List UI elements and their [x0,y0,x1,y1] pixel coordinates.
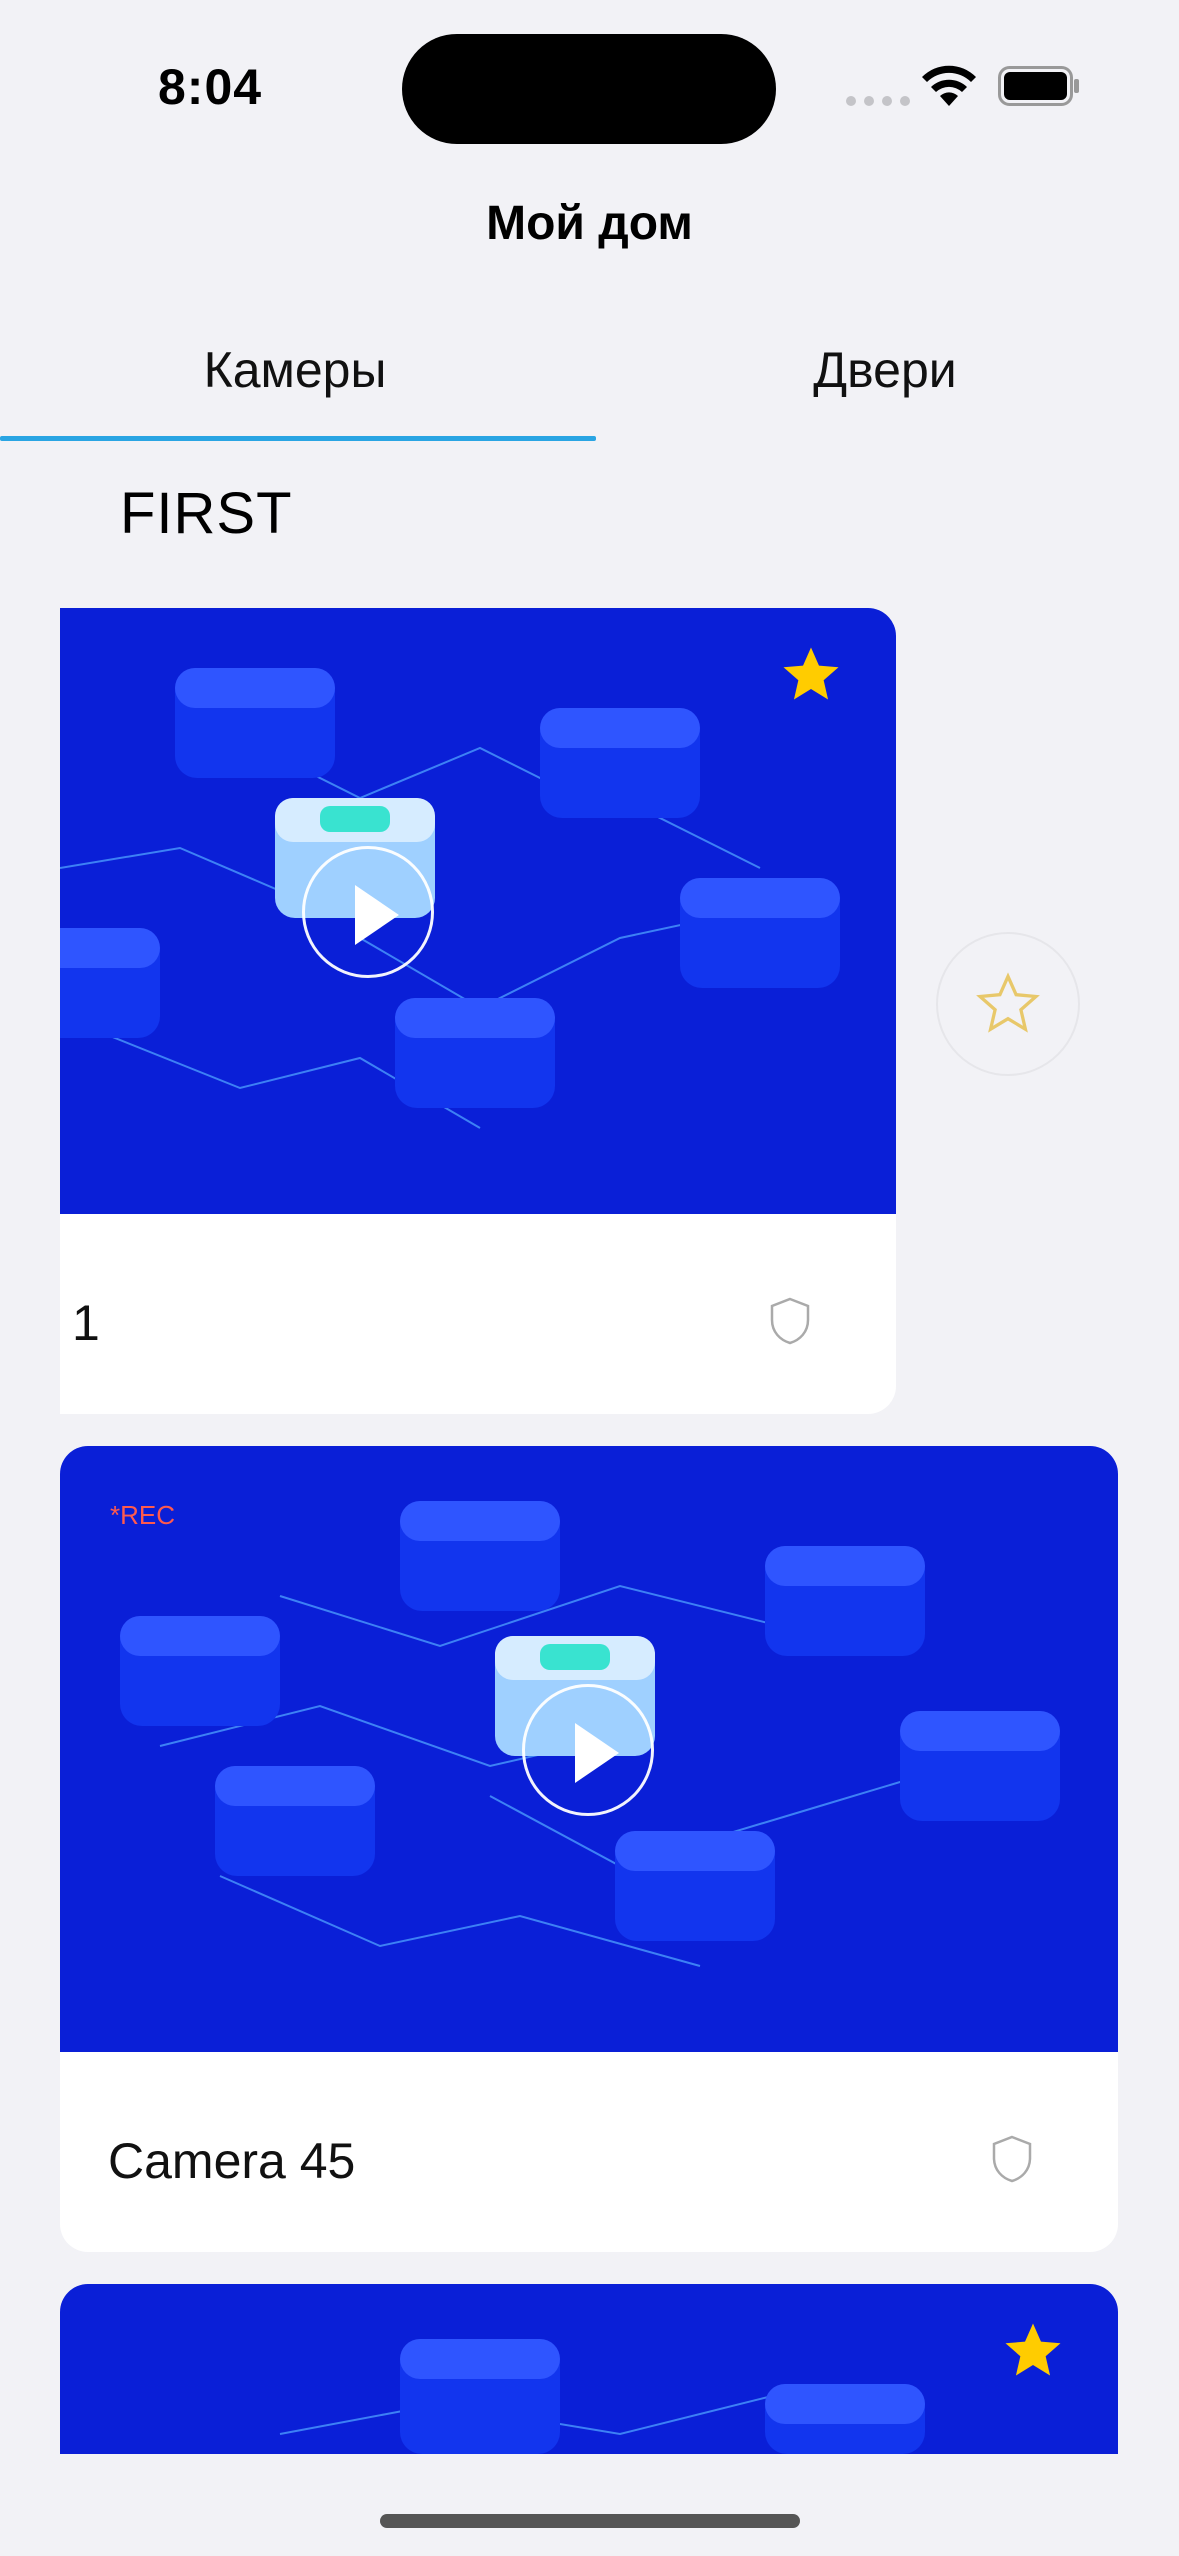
home-indicator[interactable] [380,2514,800,2528]
tab-cameras[interactable]: Камеры [0,320,590,420]
camera-preview-image [279,2339,925,2454]
play-icon[interactable] [302,846,434,978]
wifi-icon [922,65,976,106]
shield-icon[interactable] [768,1296,812,1346]
status-bar: 8:04 [0,0,1179,180]
camera-card[interactable] [60,2284,1118,2454]
play-icon[interactable] [522,1684,654,1816]
tab-active-indicator [0,436,596,441]
camera-preview[interactable] [60,608,896,1214]
camera-preview[interactable]: *REC [60,1446,1118,2052]
shield-icon[interactable] [990,2134,1034,2184]
dynamic-island [402,34,776,144]
camera-preview-image [60,668,840,1129]
camera-card[interactable]: 1 [60,608,896,1414]
page-title: Мой дом [486,197,693,250]
camera-name: Camera 45 [108,2133,356,2189]
camera-preview[interactable] [60,2284,1118,2454]
star-icon[interactable] [1000,2318,1066,2384]
add-favorite-button[interactable] [936,932,1080,1076]
recording-label: *REC [110,1500,176,1530]
star-icon[interactable] [778,642,844,708]
star-outline-icon [976,972,1040,1033]
status-time: 8:04 [158,59,263,115]
tab-doors[interactable]: Двери [590,320,1179,420]
tab-bar: Камеры Двери [0,320,1179,444]
battery-icon [998,66,1079,106]
camera-name: 1 [72,1295,100,1351]
section-title: FIRST [120,481,293,546]
camera-card[interactable]: *REC Camera 45 [60,1446,1118,2252]
cellular-signal-icon [846,96,910,106]
